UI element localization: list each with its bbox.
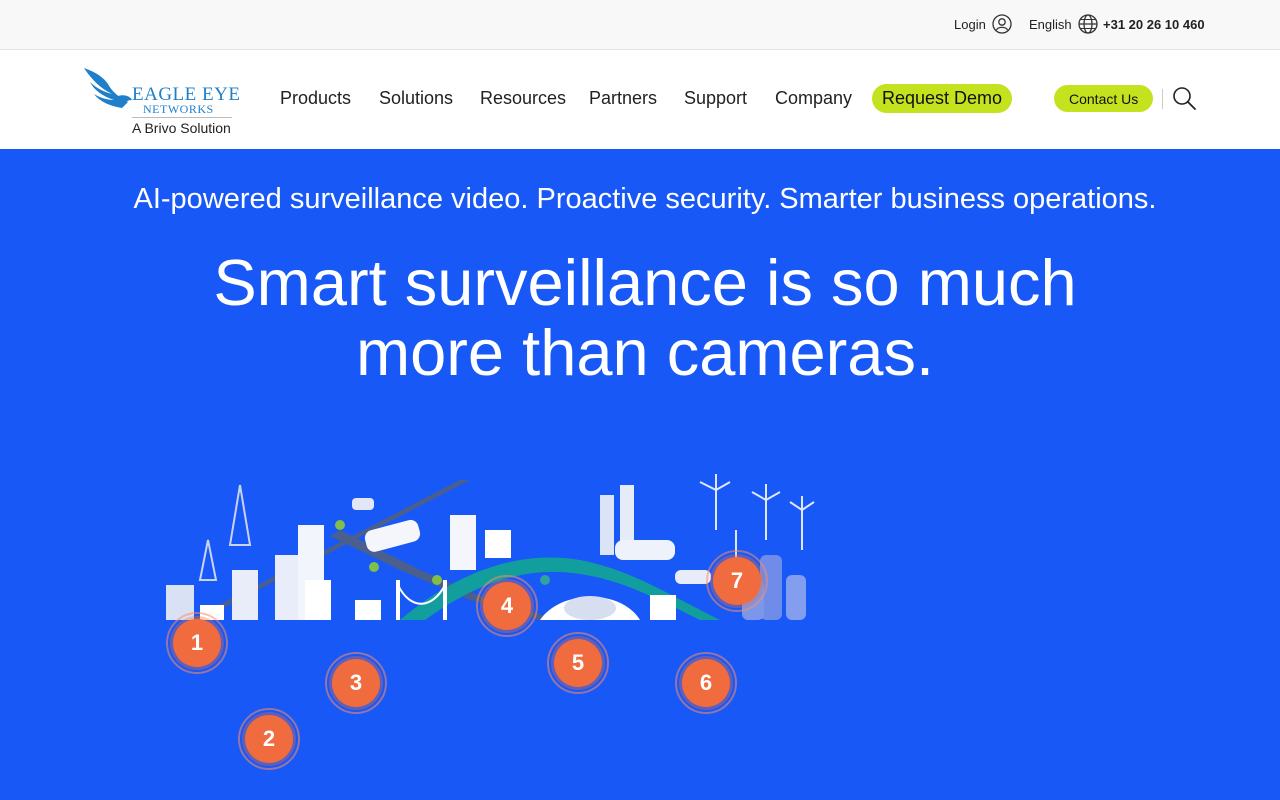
phone-number: +31 20 26 10 460 xyxy=(1103,16,1205,32)
login-link[interactable]: Login xyxy=(954,0,1012,48)
language-label: English xyxy=(1029,16,1072,32)
nav-divider xyxy=(1162,89,1163,109)
hotspot-marker-1[interactable]: 1 xyxy=(166,612,228,674)
logo-tagline: A Brivo Solution xyxy=(132,120,231,136)
hero-headline: Smart surveillance is so much more than … xyxy=(0,248,1280,388)
hero-headline-line-2: more than cameras. xyxy=(355,316,935,389)
hotspot-number: 5 xyxy=(554,639,602,687)
nav-item-solutions[interactable]: Solutions xyxy=(379,88,453,109)
hotspot-marker-5[interactable]: 5 xyxy=(547,632,609,694)
logo-divider xyxy=(132,117,232,118)
phone-number-link[interactable]: +31 20 26 10 460 xyxy=(1103,0,1205,48)
globe-icon xyxy=(1077,14,1098,34)
main-navigation: EAGLE EYE NETWORKS A Brivo Solution Prod… xyxy=(0,50,1280,149)
company-logo[interactable]: EAGLE EYE NETWORKS A Brivo Solution xyxy=(82,66,242,138)
nav-item-products[interactable]: Products xyxy=(280,88,351,109)
hotspot-number: 3 xyxy=(332,659,380,707)
hotspot-marker-3[interactable]: 3 xyxy=(325,652,387,714)
nav-item-company[interactable]: Company xyxy=(775,88,852,109)
hero-tagline: AI-powered surveillance video. Proactive… xyxy=(133,183,1157,215)
user-icon xyxy=(992,14,1012,34)
nav-item-partners[interactable]: Partners xyxy=(589,88,657,109)
nav-item-support[interactable]: Support xyxy=(684,88,747,109)
hotspot-marker-4[interactable]: 4 xyxy=(476,575,538,637)
hotspot-number: 7 xyxy=(713,557,761,605)
hotspot-marker-6[interactable]: 6 xyxy=(675,652,737,714)
search-icon[interactable] xyxy=(1172,86,1196,110)
hotspot-marker-7[interactable]: 7 xyxy=(706,550,768,612)
hotspot-marker-2[interactable]: 2 xyxy=(238,708,300,770)
hotspot-number: 4 xyxy=(483,582,531,630)
eagle-logo-icon xyxy=(84,68,132,108)
hero-headline-line-1: Smart surveillance is so much xyxy=(213,246,1077,319)
request-demo-button[interactable]: Request Demo xyxy=(872,84,1013,113)
nav-item-resources[interactable]: Resources xyxy=(480,88,566,109)
language-selector[interactable]: English xyxy=(1029,0,1098,48)
top-utility-bar: Login English +31 20 26 10 460 xyxy=(0,0,1280,50)
contact-us-button[interactable]: Contact Us xyxy=(1054,85,1154,112)
logo-wordmark-networks: NETWORKS xyxy=(143,102,214,116)
hotspot-number: 2 xyxy=(245,715,293,763)
hotspot-number: 1 xyxy=(173,619,221,667)
hotspot-number: 6 xyxy=(682,659,730,707)
login-label: Login xyxy=(954,16,986,32)
